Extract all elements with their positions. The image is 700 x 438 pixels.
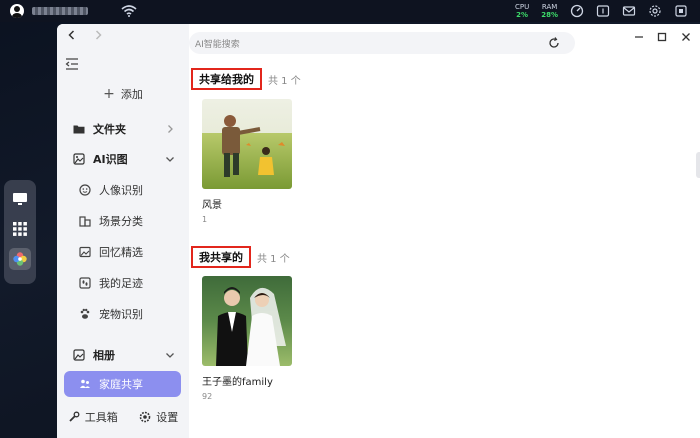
- calendar-icon[interactable]: [596, 4, 610, 18]
- add-button-label: 添加: [120, 88, 143, 101]
- memories-image-icon: [79, 246, 91, 258]
- album-name: 风景: [202, 200, 222, 211]
- folder-icon: [73, 125, 85, 134]
- album-card[interactable]: 王子墨的family 92: [202, 276, 292, 401]
- speedometer-icon[interactable]: [570, 4, 584, 18]
- album-thumbnail-wedding[interactable]: [202, 276, 292, 366]
- sidebar-item-label: 家庭共享: [99, 378, 143, 391]
- settings-button[interactable]: 设置: [139, 409, 178, 425]
- album-thumbnail-landscape[interactable]: [202, 99, 292, 189]
- album-icon: [73, 349, 85, 361]
- album-name: 王子墨的family: [202, 377, 273, 388]
- monitor-app-icon[interactable]: [9, 188, 31, 210]
- app-grid-icon[interactable]: [9, 218, 31, 240]
- sidebar-item-label: 回忆精选: [99, 246, 143, 259]
- sidebar-item-memories[interactable]: 回忆精选: [57, 239, 189, 265]
- sidebar-footer: 工具箱 设置: [57, 406, 189, 428]
- ai-image-icon: [73, 153, 85, 165]
- cpu-label: CPU: [515, 3, 530, 11]
- album-photo-count: 92: [202, 392, 213, 401]
- chevron-down-icon: [166, 157, 174, 162]
- group-shared-by-me: 我共享的 共 1 个: [191, 246, 290, 268]
- pet-icon: [80, 308, 90, 319]
- sidebar-item-label: 场景分类: [99, 215, 143, 228]
- sidebar-section-ai-recognition[interactable]: AI识图: [57, 147, 189, 171]
- photos-window: + 添加 文件夹 AI识图 人像识别 场景分类 回忆精选 我的足迹 宠物识别 相…: [57, 24, 700, 438]
- settings-label: 设置: [156, 411, 179, 424]
- sidebar-item-label: 宠物识别: [99, 308, 143, 321]
- system-top-bar: CPU 2% RAM 28%: [0, 0, 700, 22]
- desktop-toggle-icon[interactable]: [674, 4, 688, 18]
- toolbox-button[interactable]: 工具箱: [68, 409, 118, 425]
- collapse-sidebar-icon[interactable]: [65, 58, 79, 72]
- sidebar-item-family-sharing[interactable]: 家庭共享: [64, 371, 181, 397]
- refresh-search-icon[interactable]: [547, 36, 561, 50]
- plus-icon: +: [103, 86, 115, 102]
- app-dock: [4, 180, 36, 284]
- search-placeholder: AI智能搜索: [195, 39, 240, 50]
- chevron-right-icon: [168, 125, 173, 133]
- chevron-down-icon: [166, 353, 174, 358]
- search-input[interactable]: AI智能搜索: [189, 32, 575, 54]
- family-share-icon: [80, 379, 90, 388]
- sidebar-section-albums[interactable]: 相册: [57, 343, 189, 367]
- sidebar-item-pet-recognition[interactable]: 宠物识别: [57, 301, 189, 327]
- maximize-button[interactable]: [655, 30, 669, 44]
- wifi-icon[interactable]: [120, 4, 138, 18]
- sidebar-section-label: 文件夹: [93, 123, 126, 136]
- footprint-icon: [79, 277, 91, 289]
- mail-icon[interactable]: [622, 4, 636, 18]
- album-card[interactable]: 风景 1: [202, 99, 292, 224]
- sidebar-section-label: 相册: [93, 349, 115, 362]
- group-title: 我共享的: [191, 246, 251, 268]
- settings-gear-icon: [139, 411, 151, 423]
- wrench-icon: [69, 411, 80, 422]
- group-count: 共 1 个: [257, 253, 290, 265]
- sidebar-item-footprints[interactable]: 我的足迹: [57, 270, 189, 296]
- face-icon: [79, 184, 91, 196]
- group-count: 共 1 个: [268, 75, 301, 87]
- forward-button[interactable]: [91, 28, 105, 42]
- cpu-stat: CPU 2%: [515, 3, 529, 19]
- sidebar-item-scene-classification[interactable]: 场景分类: [57, 208, 189, 234]
- group-shared-with-me: 共享给我的 共 1 个: [191, 68, 301, 90]
- photos-app-icon[interactable]: [9, 248, 31, 270]
- cpu-value: 2%: [516, 11, 529, 19]
- back-button[interactable]: [65, 28, 79, 42]
- minimize-button[interactable]: [632, 30, 646, 44]
- album-photo-count: 1: [202, 215, 208, 224]
- side-panel-handle[interactable]: [696, 152, 700, 178]
- building-icon: [79, 216, 91, 227]
- sidebar-section-folders[interactable]: 文件夹: [57, 117, 189, 141]
- add-button[interactable]: + 添加: [65, 80, 181, 108]
- main-content: AI智能搜索 共享给我的 共 1 个 风景 1 我共享的 共 1 个 王子墨的f…: [189, 24, 700, 438]
- sidebar: + 添加 文件夹 AI识图 人像识别 场景分类 回忆精选 我的足迹 宠物识别 相…: [57, 24, 189, 438]
- ram-label: RAM: [541, 3, 558, 11]
- ram-value: 28%: [541, 11, 558, 19]
- sidebar-item-face-recognition[interactable]: 人像识别: [57, 177, 189, 203]
- sidebar-item-label: 人像识别: [99, 184, 143, 197]
- close-button[interactable]: [679, 30, 693, 44]
- sidebar-item-label: 我的足迹: [99, 277, 143, 290]
- group-title: 共享给我的: [191, 68, 262, 90]
- toolbox-label: 工具箱: [84, 411, 118, 424]
- ram-stat: RAM 28%: [541, 3, 558, 19]
- user-avatar[interactable]: [10, 4, 24, 18]
- username-redacted: [32, 7, 88, 15]
- gear-icon[interactable]: [648, 4, 662, 18]
- sidebar-section-label: AI识图: [93, 153, 128, 166]
